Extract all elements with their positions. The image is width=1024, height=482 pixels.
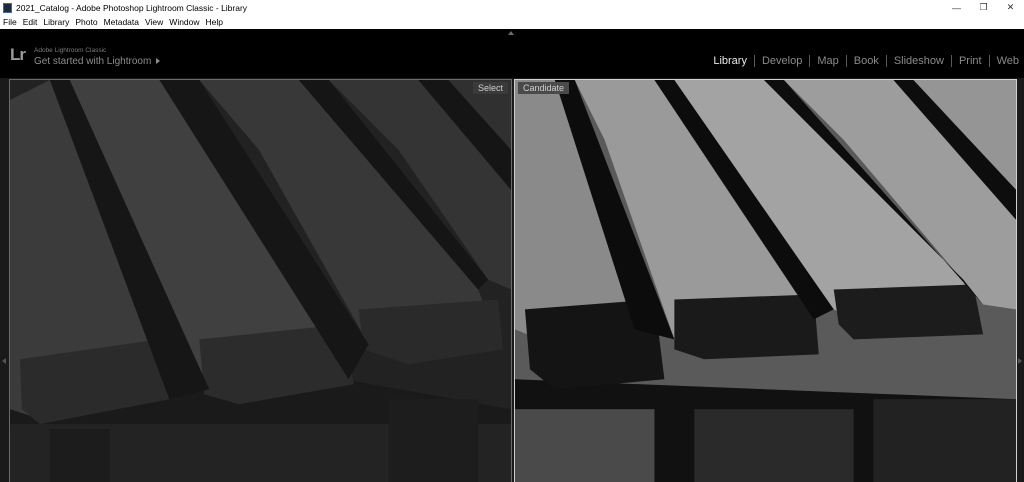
window-controls: — ❐ ✕ xyxy=(943,0,1024,15)
module-divider xyxy=(809,55,811,67)
module-print[interactable]: Print xyxy=(959,55,982,67)
top-panel: Lr Adobe Lightroom Classic Get started w… xyxy=(0,29,1024,78)
menu-library[interactable]: Library xyxy=(43,17,69,27)
module-library[interactable]: Library xyxy=(713,55,747,67)
close-icon[interactable]: ✕ xyxy=(997,0,1024,15)
module-web[interactable]: Web xyxy=(997,55,1019,67)
wooden-bench-photo xyxy=(10,80,511,482)
module-divider xyxy=(885,55,887,67)
menu-edit[interactable]: Edit xyxy=(23,17,38,27)
menu-bar: File Edit Library Photo Metadata View Wi… xyxy=(0,15,1024,29)
module-divider xyxy=(950,55,952,67)
play-arrow-icon xyxy=(156,58,161,65)
module-map[interactable]: Map xyxy=(817,55,838,67)
module-picker: Library Develop Map Book Slideshow Print… xyxy=(713,55,1019,67)
expand-left-panel-icon[interactable] xyxy=(2,358,6,364)
expand-right-panel-icon[interactable] xyxy=(1018,358,1022,364)
restore-icon[interactable]: ❐ xyxy=(970,0,997,15)
module-divider xyxy=(988,55,990,67)
compare-view: Select Candidate xyxy=(0,78,1024,482)
get-started-label: Get started with Lightroom xyxy=(34,56,152,67)
collapse-top-panel-icon[interactable] xyxy=(508,31,514,35)
module-develop[interactable]: Develop xyxy=(762,55,802,67)
lightroom-app-icon xyxy=(3,2,12,13)
wooden-bench-photo xyxy=(515,80,1016,482)
select-photo[interactable]: Select xyxy=(9,79,512,482)
module-divider xyxy=(845,55,847,67)
module-slideshow[interactable]: Slideshow xyxy=(894,55,944,67)
menu-view[interactable]: View xyxy=(145,17,163,27)
lightroom-logo: Lr xyxy=(10,45,26,64)
menu-metadata[interactable]: Metadata xyxy=(104,17,139,27)
menu-photo[interactable]: Photo xyxy=(75,17,97,27)
menu-window[interactable]: Window xyxy=(169,17,199,27)
minimize-icon[interactable]: — xyxy=(943,0,970,15)
menu-file[interactable]: File xyxy=(3,17,17,27)
select-label: Select xyxy=(472,82,508,94)
product-name: Adobe Lightroom Classic xyxy=(34,47,107,54)
module-book[interactable]: Book xyxy=(854,55,879,67)
get-started-link[interactable]: Get started with Lightroom xyxy=(34,56,161,67)
candidate-label: Candidate xyxy=(518,82,570,94)
title-bar: 2021_Catalog - Adobe Photoshop Lightroom… xyxy=(0,0,1024,15)
candidate-photo[interactable]: Candidate xyxy=(514,79,1017,482)
menu-help[interactable]: Help xyxy=(206,17,223,27)
window-title: 2021_Catalog - Adobe Photoshop Lightroom… xyxy=(16,2,248,13)
module-divider xyxy=(753,55,755,67)
